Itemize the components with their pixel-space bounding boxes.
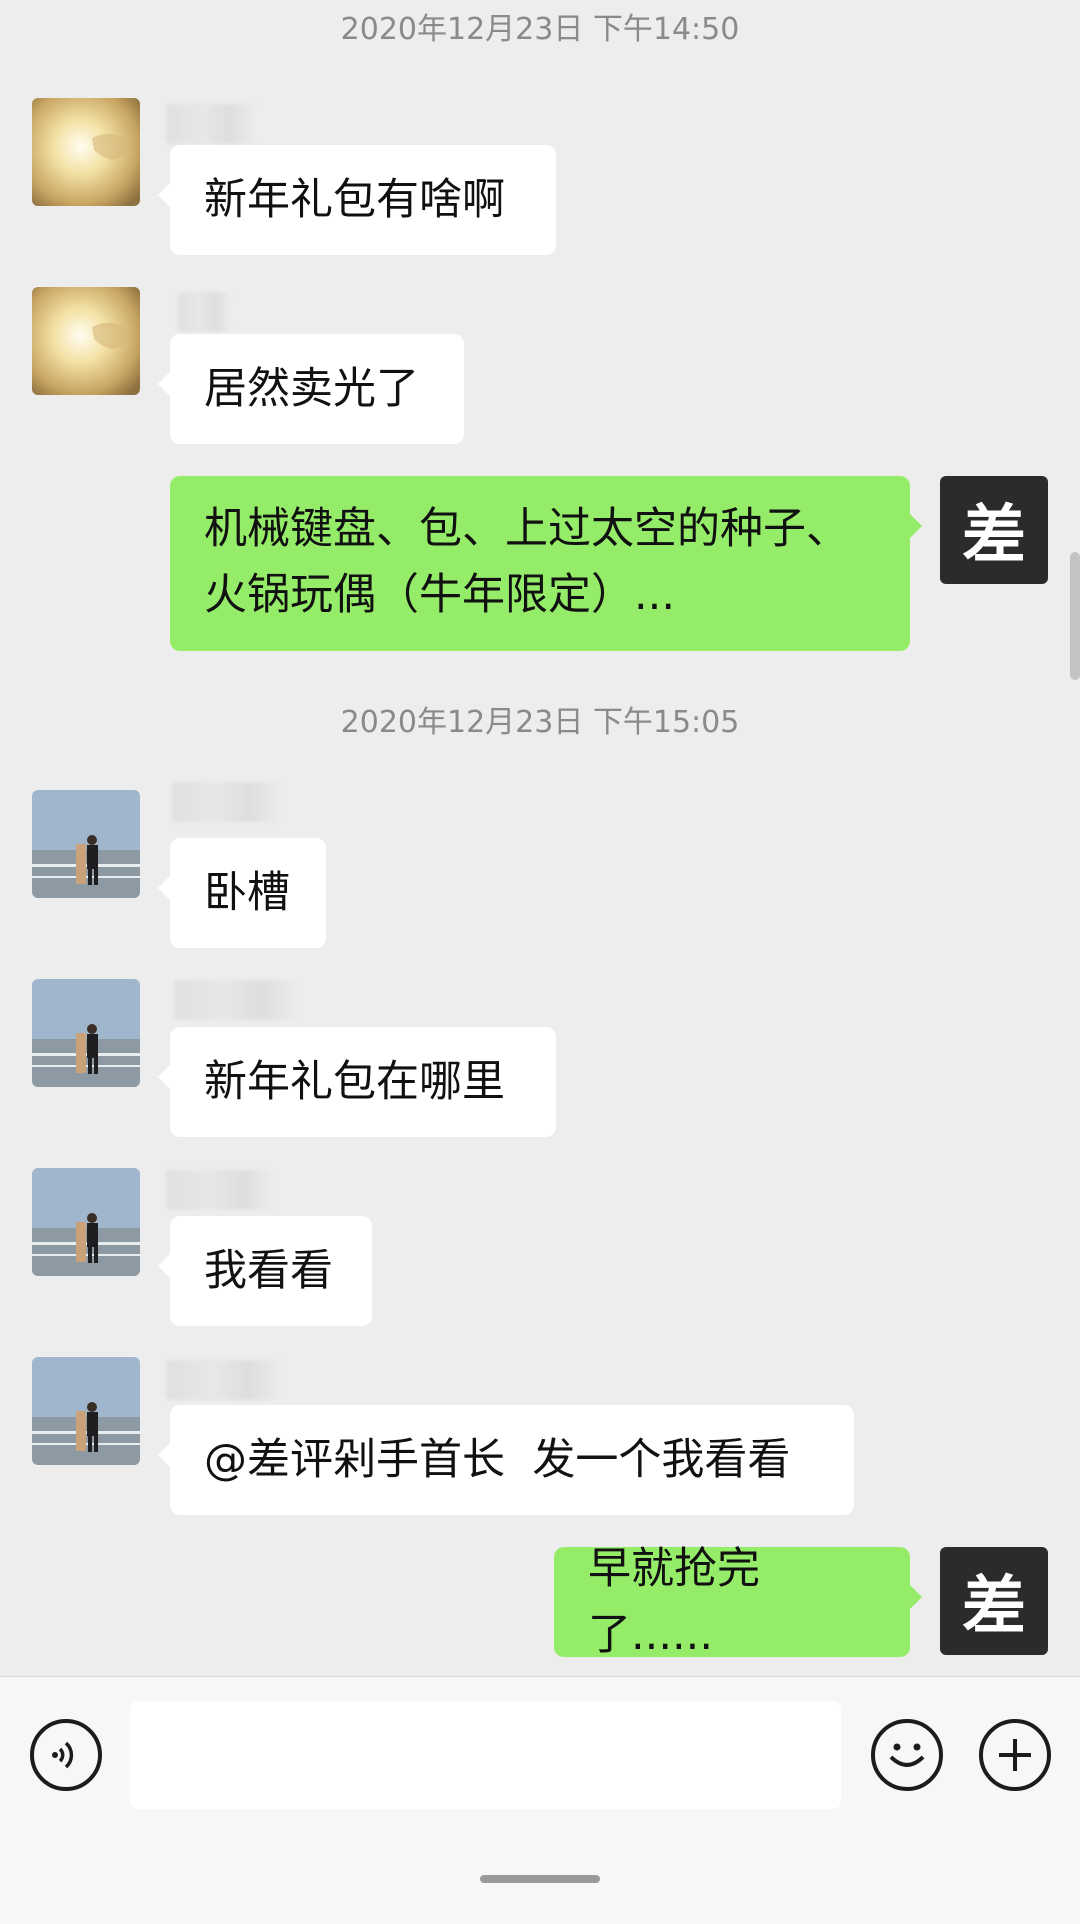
message-bubble[interactable]: 新年礼包在哪里 xyxy=(158,1027,556,1137)
sender-name-blurred xyxy=(174,980,300,1020)
sender-name-blurred xyxy=(166,104,256,144)
message-input[interactable] xyxy=(130,1701,841,1809)
voice-icon[interactable] xyxy=(30,1719,102,1791)
sender-name-blurred xyxy=(172,782,282,822)
chat-area[interactable]: 2020年12月23日 下午14:50 新年礼包有啥啊 居然卖光了 机械键盘、包… xyxy=(0,0,1080,1676)
message-bubble[interactable]: 机械键盘、包、上过太空的种子、 火锅玩偶（牛年限定）... xyxy=(170,476,922,651)
timestamp: 2020年12月23日 下午14:50 xyxy=(340,12,740,47)
home-indicator[interactable] xyxy=(480,1875,600,1883)
man-photo-avatar[interactable] xyxy=(32,1357,140,1465)
sender-name-blurred xyxy=(166,1170,276,1210)
emoji-icon[interactable] xyxy=(871,1719,943,1791)
timestamp: 2020年12月23日 下午15:05 xyxy=(340,705,740,740)
message-bubble[interactable]: 新年礼包有啥啊 xyxy=(158,145,556,255)
cha-logo-avatar[interactable]: 差 xyxy=(940,476,1048,584)
man-photo-avatar[interactable] xyxy=(32,790,140,898)
sender-name-blurred xyxy=(178,292,232,332)
sun-hand-avatar[interactable] xyxy=(32,98,140,206)
message-bubble[interactable]: @差评剁手首长 发一个我看看 xyxy=(158,1405,854,1515)
message-bubble[interactable]: 卧槽 xyxy=(158,838,326,948)
sun-hand-avatar[interactable] xyxy=(32,287,140,395)
man-photo-avatar[interactable] xyxy=(32,1168,140,1276)
man-photo-avatar[interactable] xyxy=(32,979,140,1087)
scrollbar[interactable] xyxy=(1070,552,1080,680)
sender-name-blurred xyxy=(166,1360,284,1400)
message-bubble[interactable]: 早就抢完了...... xyxy=(554,1544,922,1660)
message-bubble[interactable]: 居然卖光了 xyxy=(158,334,464,444)
message-bubble[interactable]: 我看看 xyxy=(158,1216,372,1326)
input-bar xyxy=(0,1676,1080,1924)
plus-icon[interactable] xyxy=(979,1719,1051,1791)
cha-logo-avatar[interactable]: 差 xyxy=(940,1547,1048,1655)
